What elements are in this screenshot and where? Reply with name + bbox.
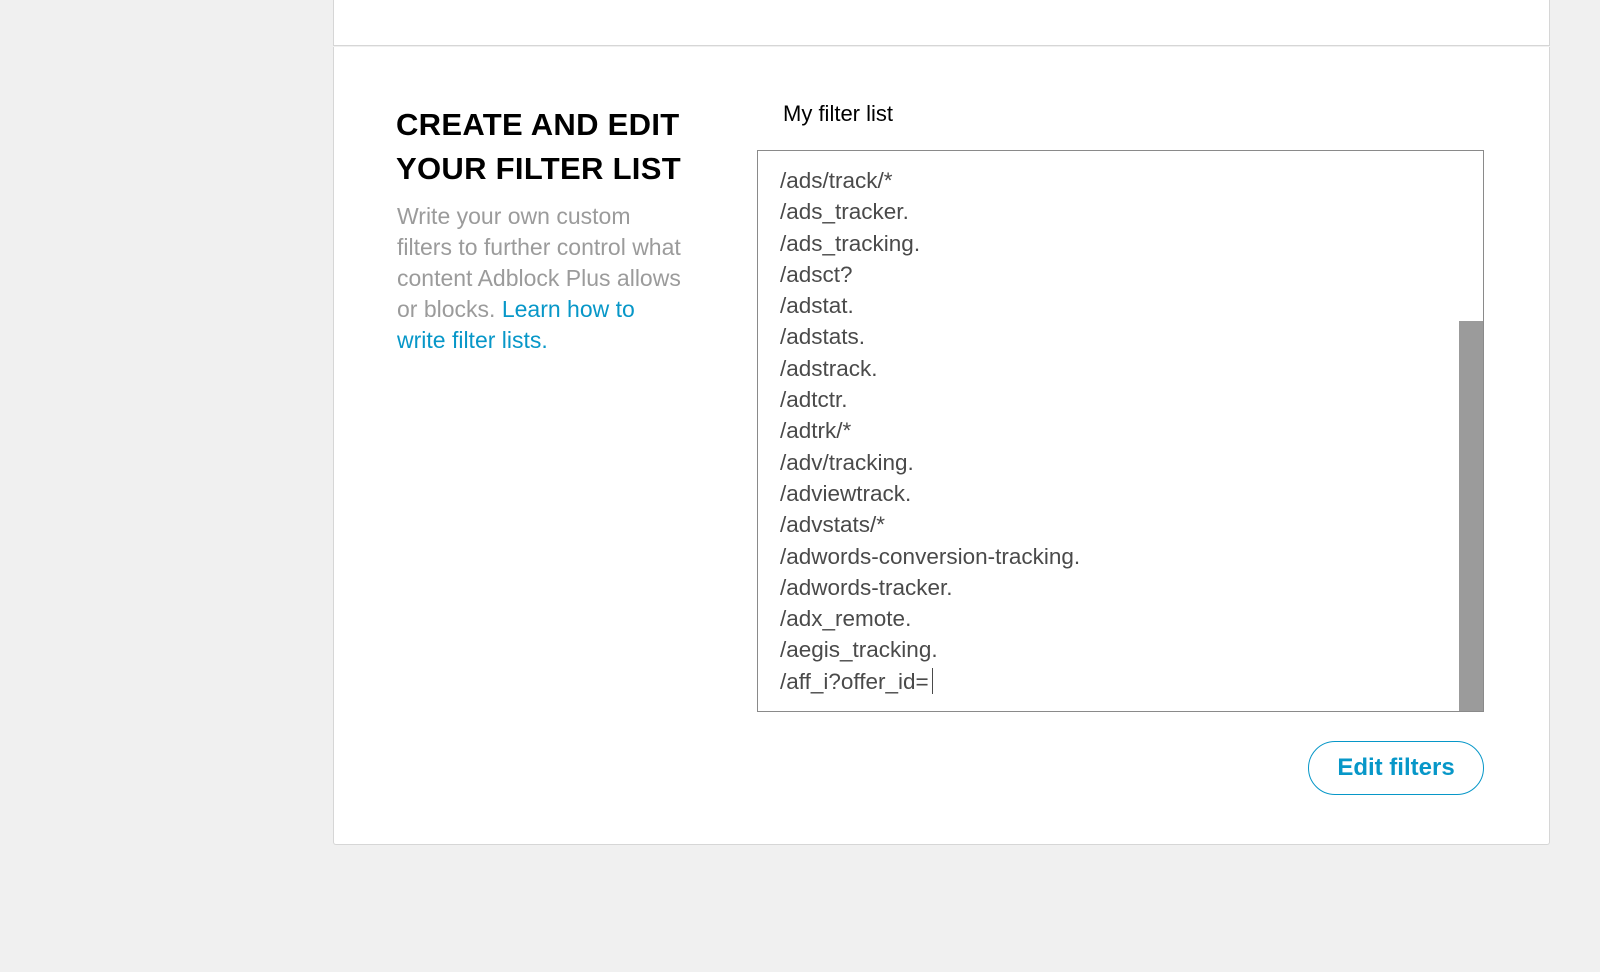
filter-line: /adtctr. <box>780 387 848 413</box>
filter-line: /adx_remote. <box>780 606 912 632</box>
filter-line: /adstat. <box>780 293 854 319</box>
filter-lines: /ads/track/* /ads_tracker. /ads_tracking. /… <box>780 165 1080 697</box>
section-description: Write your own custom filters to further… <box>397 201 687 356</box>
filter-line: /ads_tracker. <box>780 199 909 225</box>
filter-line: /adstats. <box>780 324 866 350</box>
filter-line: /aff_i?offer_id= <box>780 666 1080 697</box>
filter-line: /aegis_tracking. <box>780 637 938 663</box>
filter-list-textarea[interactable]: /ads/track/* /ads_tracker. /ads_tracking. /… <box>757 150 1484 712</box>
filter-line: /ads_tracking. <box>780 230 921 256</box>
filter-line: /adwords-tracker. <box>780 574 953 600</box>
filter-list-label: My filter list <box>783 101 893 126</box>
scrollbar-thumb[interactable] <box>1459 321 1483 711</box>
text-cursor <box>931 667 933 694</box>
filter-line: /adtrk/* <box>780 418 852 444</box>
filter-line: /adviewtrack. <box>780 480 912 506</box>
filter-line: /adwords-conversion-tracking. <box>780 543 1081 569</box>
custom-filters-card: CREATE AND EDIT YOUR FILTER LIST Write y… <box>333 47 1550 845</box>
filter-line: /adsct? <box>780 261 853 287</box>
filter-line: /ads/track/* <box>780 168 893 193</box>
previous-section-card <box>333 0 1550 46</box>
filter-line: /adv/tracking. <box>780 449 914 475</box>
filter-line: /advstats/* <box>780 512 886 538</box>
filter-line: /adstrack. <box>780 355 878 381</box>
section-title: CREATE AND EDIT YOUR FILTER LIST <box>396 107 681 186</box>
edit-filters-button[interactable]: Edit filters <box>1308 741 1484 795</box>
